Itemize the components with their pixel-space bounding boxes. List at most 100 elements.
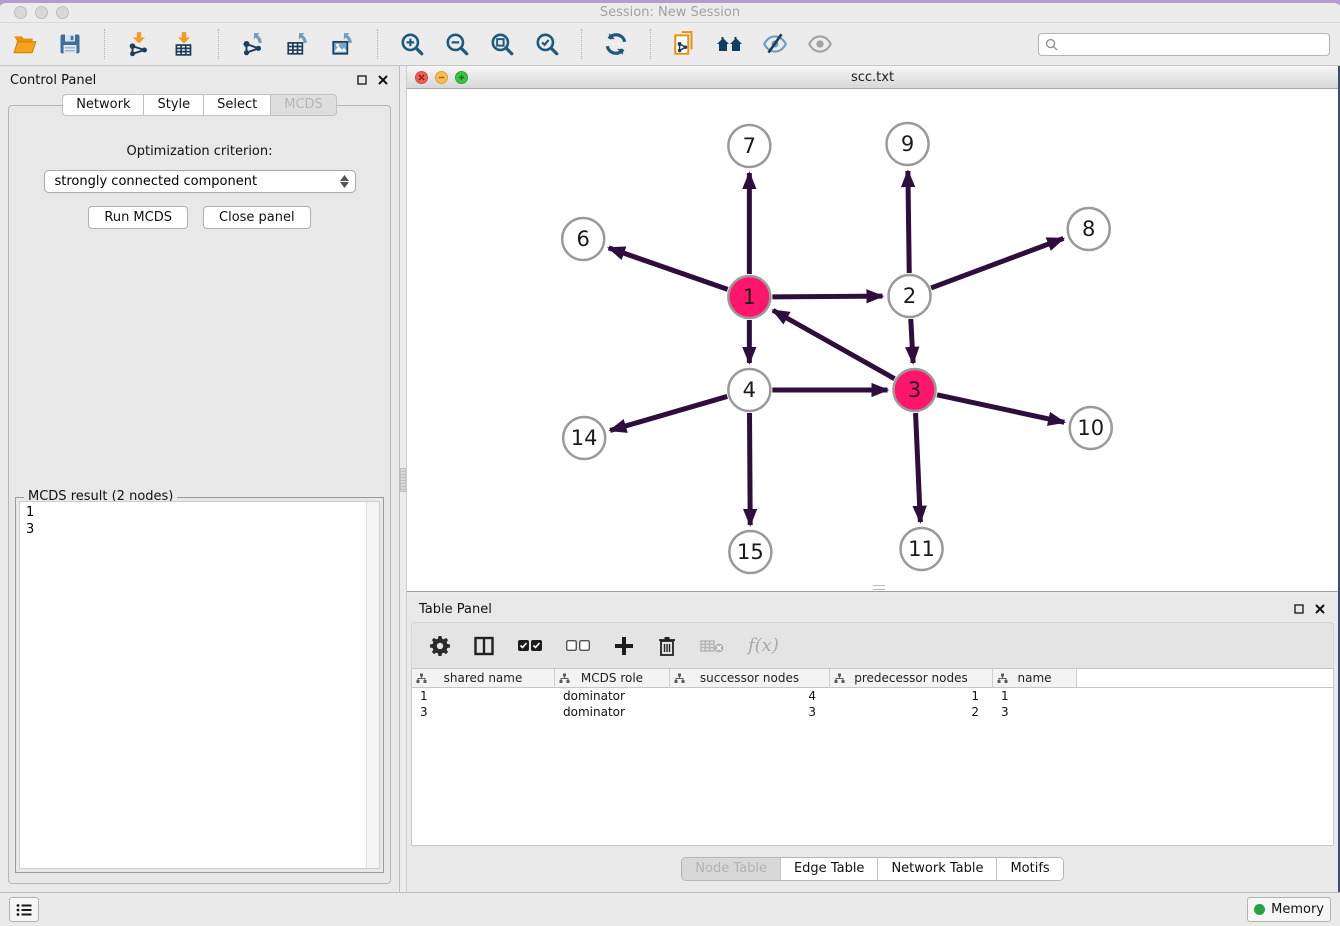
table-cell[interactable]: 3	[412, 704, 555, 720]
float-table-panel-icon[interactable]	[1293, 603, 1305, 615]
table-tab-motifs[interactable]: Motifs	[996, 858, 1062, 880]
table-cell[interactable]: dominator	[555, 704, 670, 720]
graph-node-9[interactable]: 9	[887, 123, 929, 165]
graph-node-label: 9	[901, 131, 914, 156]
table-cell[interactable]: 1	[830, 688, 993, 704]
control-tab-network[interactable]: Network	[62, 94, 144, 116]
table-tab-node-table[interactable]: Node Table	[682, 858, 780, 880]
column-header-successor-nodes[interactable]: successor nodes	[670, 669, 830, 688]
table-tab-network-table[interactable]: Network Table	[877, 858, 996, 880]
show-column-panel-icon[interactable]	[474, 631, 494, 661]
nested-network-view-icon[interactable]	[715, 29, 745, 59]
zoom-out-icon[interactable]	[442, 29, 472, 59]
optimization-criterion-select[interactable]: strongly connected component	[44, 170, 356, 193]
table-toolbar: f(x)	[411, 622, 1334, 668]
resize-grip-icon[interactable]	[873, 585, 885, 590]
minimize-window-button[interactable]	[35, 6, 48, 19]
table-cell[interactable]: 4	[670, 688, 830, 704]
graph-node-2[interactable]: 2	[889, 275, 931, 317]
table-cell[interactable]: 1	[993, 688, 1077, 704]
float-panel-icon[interactable]	[356, 74, 368, 86]
vertical-splitter[interactable]	[400, 66, 407, 892]
deselect-all-icon[interactable]	[566, 631, 590, 661]
table-body: 1dominator4113dominator323	[412, 688, 1333, 720]
column-header-predecessor-nodes[interactable]: predecessor nodes	[830, 669, 993, 688]
graph-edge-3-1[interactable]	[773, 310, 895, 378]
column-header-mcds-role[interactable]: MCDS role	[555, 669, 670, 688]
zoom-in-icon[interactable]	[397, 29, 427, 59]
table-panel-title: Table Panel	[419, 602, 492, 617]
table-settings-gear-icon[interactable]	[430, 631, 450, 661]
splitter-handle[interactable]	[400, 468, 406, 492]
graph-node-label: 8	[1082, 216, 1095, 241]
close-panel-button[interactable]: Close panel	[203, 206, 311, 229]
minimize-network-icon[interactable]	[435, 71, 448, 84]
memory-button[interactable]: Memory	[1247, 897, 1331, 922]
table-row[interactable]: 1dominator411	[412, 688, 1333, 704]
import-network-icon[interactable]	[124, 29, 154, 59]
control-tab-mcds[interactable]: MCDS	[271, 94, 337, 116]
task-history-button[interactable]	[9, 897, 39, 922]
graph-edge-3-10[interactable]	[937, 395, 1064, 422]
table-cell[interactable]: 1	[412, 688, 555, 704]
network-canvas[interactable]: 7 9 6 8 1 2 4 3 14 10 15 11	[407, 89, 1338, 591]
graph-node-4[interactable]: 4	[728, 369, 770, 411]
table-tab-edge-table[interactable]: Edge Table	[780, 858, 877, 880]
graph-edge-2-9[interactable]	[908, 171, 909, 273]
application-window: Session: New Session	[0, 0, 1340, 926]
close-network-icon[interactable]	[415, 71, 428, 84]
search-input[interactable]	[1063, 37, 1323, 52]
graph-edge-4-14[interactable]	[610, 396, 727, 430]
graph-edge-1-6[interactable]	[609, 248, 728, 290]
close-panel-icon[interactable]	[377, 74, 389, 86]
delete-column-icon[interactable]	[658, 631, 676, 661]
graph-node-1[interactable]: 1	[728, 276, 770, 318]
control-tab-style[interactable]: Style	[144, 94, 204, 116]
graph-edge-2-3[interactable]	[911, 319, 913, 363]
graph-node-10[interactable]: 10	[1070, 407, 1112, 449]
table-row[interactable]: 3dominator323	[412, 704, 1333, 720]
graph-edge-4-15[interactable]	[750, 413, 751, 525]
add-column-icon[interactable]	[614, 631, 634, 661]
graph-node-3[interactable]: 3	[894, 369, 936, 411]
apply-layout-icon[interactable]	[601, 29, 631, 59]
graph-edge-3-11[interactable]	[916, 413, 921, 522]
zoom-window-button[interactable]	[56, 6, 69, 19]
table-cell[interactable]: 3	[670, 704, 830, 720]
close-table-panel-icon[interactable]	[1314, 603, 1326, 615]
table-cell[interactable]: dominator	[555, 688, 670, 704]
table-cell[interactable]: 2	[830, 704, 993, 720]
column-header-shared-name[interactable]: shared name	[412, 669, 555, 688]
graph-edge-1-2[interactable]	[772, 296, 882, 297]
open-session-icon[interactable]	[10, 29, 40, 59]
export-image-icon[interactable]	[328, 29, 358, 59]
table-tabs: Node TableEdge TableNetwork TableMotifs	[681, 857, 1063, 881]
network-window-controls	[415, 71, 468, 84]
network-graph[interactable]: 7 9 6 8 1 2 4 3 14 10 15 11	[407, 89, 1338, 591]
mcds-result-scrollbar[interactable]	[366, 502, 379, 868]
graph-node-14[interactable]: 14	[563, 417, 605, 459]
export-network-icon[interactable]	[238, 29, 268, 59]
graph-node-15[interactable]: 15	[729, 531, 771, 573]
graph-node-8[interactable]: 8	[1068, 208, 1110, 250]
graph-node-6[interactable]: 6	[562, 218, 604, 260]
search-field[interactable]	[1038, 33, 1330, 56]
hide-selected-icon[interactable]	[760, 29, 790, 59]
graph-edge-2-8[interactable]	[931, 238, 1063, 287]
graph-node-11[interactable]: 11	[901, 528, 943, 570]
close-window-button[interactable]	[14, 6, 27, 19]
zoom-network-icon[interactable]	[455, 71, 468, 84]
table-cell[interactable]: 3	[993, 704, 1077, 720]
control-tab-select[interactable]: Select	[204, 94, 271, 116]
new-network-from-selection-icon[interactable]	[670, 29, 700, 59]
export-table-icon[interactable]	[283, 29, 313, 59]
graph-node-7[interactable]: 7	[728, 125, 770, 167]
zoom-fit-icon[interactable]	[487, 29, 517, 59]
import-table-icon[interactable]	[169, 29, 199, 59]
mcds-result-list[interactable]: 13	[19, 501, 380, 869]
run-mcds-button[interactable]: Run MCDS	[88, 206, 188, 229]
column-header-name[interactable]: name	[993, 669, 1077, 688]
save-session-icon[interactable]	[55, 29, 85, 59]
zoom-selected-icon[interactable]	[532, 29, 562, 59]
select-all-icon[interactable]	[518, 631, 542, 661]
